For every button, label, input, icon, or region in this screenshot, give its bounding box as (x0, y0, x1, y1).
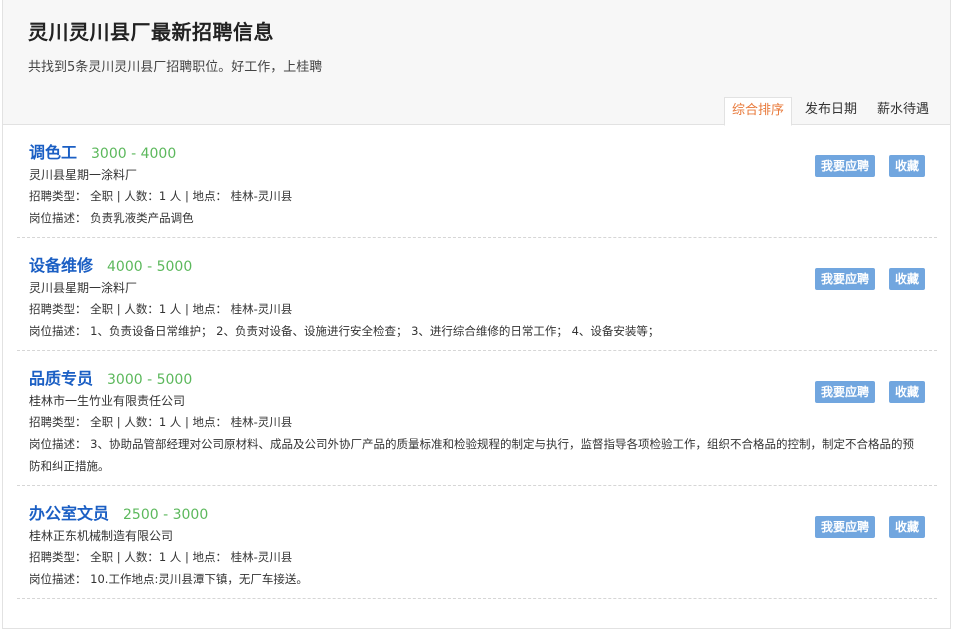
page-header: 灵川灵川县厂最新招聘信息 共找到5条灵川灵川县厂招聘职位。好工作，上桂聘 综合排… (3, 0, 950, 126)
job-item: 调色工 3000 - 4000 灵川县星期一涂料厂 招聘类型： 全职 | 人数：… (17, 125, 937, 238)
page-title: 灵川灵川县厂最新招聘信息 (28, 20, 274, 44)
job-meta: 招聘类型： 全职 | 人数：1 人 | 地点： 桂林-灵川县 (29, 415, 293, 429)
job-item: 设备维修 4000 - 5000 灵川县星期一涂料厂 招聘类型： 全职 | 人数… (17, 238, 937, 351)
apply-button[interactable]: 我要应聘 (814, 268, 875, 290)
job-listing-panel: 灵川灵川县厂最新招聘信息 共找到5条灵川灵川县厂招聘职位。好工作，上桂聘 综合排… (2, 0, 951, 629)
job-actions: 我要应聘 收藏 (801, 381, 925, 403)
save-button[interactable]: 收藏 (888, 155, 925, 177)
job-item: 办公室文员 2500 - 3000 桂林正东机械制造有限公司 招聘类型： 全职 … (17, 486, 937, 599)
save-button[interactable]: 收藏 (888, 268, 925, 290)
apply-button[interactable]: 我要应聘 (814, 155, 875, 177)
job-meta: 招聘类型： 全职 | 人数：1 人 | 地点： 桂林-灵川县 (29, 302, 293, 316)
job-title-link[interactable]: 调色工 (29, 139, 77, 163)
job-salary: 3000 - 5000 (107, 372, 193, 388)
job-description: 岗位描述： 负责乳液类产品调色 (29, 211, 194, 225)
job-title-link[interactable]: 设备维修 (29, 252, 93, 276)
apply-button[interactable]: 我要应聘 (814, 516, 875, 538)
apply-button[interactable]: 我要应聘 (814, 381, 875, 403)
job-salary: 2500 - 3000 (123, 507, 209, 523)
job-salary: 3000 - 4000 (91, 146, 177, 162)
job-actions: 我要应聘 收藏 (801, 516, 925, 538)
job-title-link[interactable]: 办公室文员 (29, 500, 109, 524)
job-description: 岗位描述： 1、负责设备日常维护； 2、负责对设备、设施进行安全检查； 3、进行… (29, 324, 660, 338)
job-item: 品质专员 3000 - 5000 桂林市一生竹业有限责任公司 招聘类型： 全职 … (17, 351, 937, 486)
job-meta: 招聘类型： 全职 | 人数：1 人 | 地点： 桂林-灵川县 (29, 189, 293, 203)
page-subtitle: 共找到5条灵川灵川县厂招聘职位。好工作，上桂聘 (28, 60, 323, 75)
sort-tab-comprehensive[interactable]: 综合排序 (723, 97, 792, 126)
job-description: 岗位描述： 10.工作地点:灵川县潭下镇，无厂车接送。 (29, 572, 308, 586)
job-actions: 我要应聘 收藏 (801, 155, 925, 177)
job-salary: 4000 - 5000 (107, 259, 193, 275)
sort-tabs: 综合排序 发布日期 薪水待遇 (718, 97, 950, 126)
sort-tab-publish-date[interactable]: 发布日期 (798, 97, 864, 125)
job-title-link[interactable]: 品质专员 (29, 365, 93, 389)
job-list: 调色工 3000 - 4000 灵川县星期一涂料厂 招聘类型： 全职 | 人数：… (17, 125, 937, 599)
job-description: 岗位描述： 3、协助品管部经理对公司原材料、成品及公司外协厂产品的质量标准和检验… (29, 437, 914, 473)
job-actions: 我要应聘 收藏 (801, 268, 925, 290)
save-button[interactable]: 收藏 (888, 381, 925, 403)
save-button[interactable]: 收藏 (888, 516, 925, 538)
job-meta: 招聘类型： 全职 | 人数：1 人 | 地点： 桂林-灵川县 (29, 550, 293, 564)
sort-tab-salary[interactable]: 薪水待遇 (870, 97, 936, 125)
